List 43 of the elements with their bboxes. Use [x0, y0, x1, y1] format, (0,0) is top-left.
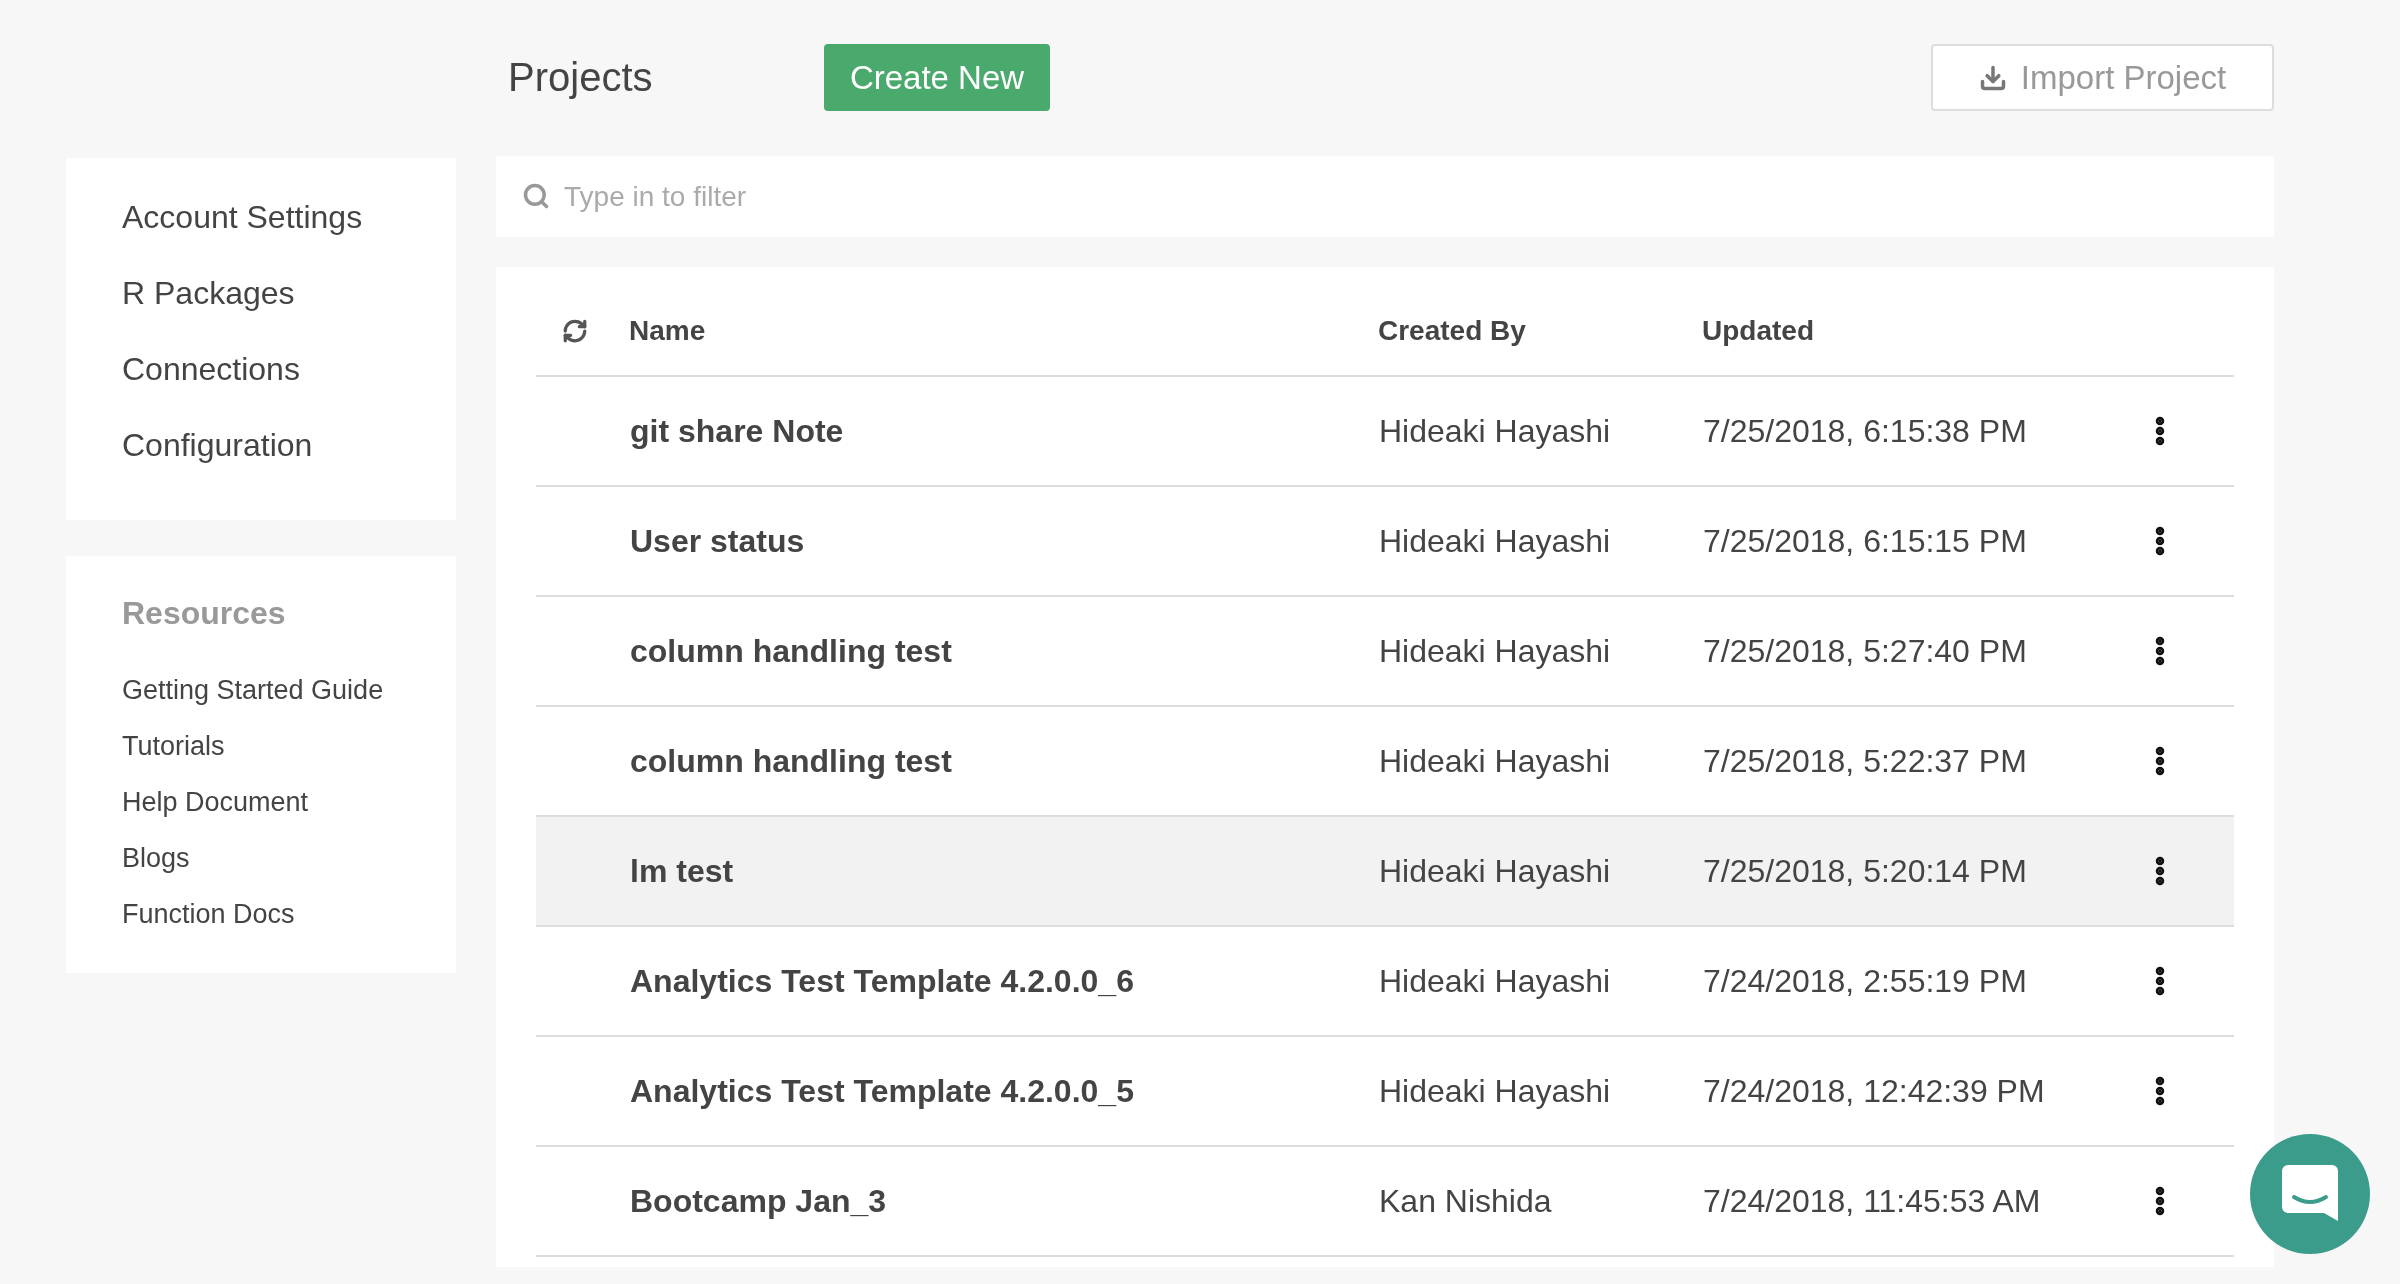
search-icon	[522, 182, 550, 210]
created-by-cell-text: Hideaki Hayashi	[1379, 742, 1612, 781]
project-name[interactable]: lm test	[630, 847, 1379, 895]
resources-heading: Resources	[122, 596, 287, 630]
sidebar-item[interactable]: Connections	[122, 352, 300, 386]
download-icon	[1978, 63, 2007, 92]
resource-link[interactable]: Function Docs	[122, 898, 295, 930]
created-by-cell-text: Hideaki Hayashi	[1379, 1072, 1612, 1111]
updated-cell-text: 7/25/2018, 5:20:14 PM	[1703, 852, 2028, 891]
resource-link[interactable]: Getting Started Guide	[122, 674, 384, 706]
project-name[interactable]: column handling test	[630, 627, 1379, 675]
table-row[interactable]: lm test Hideaki Hayashi 7/25/2018, 5:20:14 PM	[536, 817, 2234, 927]
created-by-cell-text: Hideaki Hayashi	[1379, 522, 1612, 561]
updated-cell-text: 7/24/2018, 2:55:19 PM	[1703, 962, 2028, 1001]
updated-cell-text: 7/25/2018, 6:15:15 PM	[1703, 522, 2028, 561]
created-by-cell-text: Hideaki Hayashi	[1379, 412, 1612, 451]
updated-cell-text: 7/25/2018, 5:22:37 PM	[1703, 742, 2028, 781]
resource-link[interactable]: Tutorials	[122, 730, 225, 762]
resource-link[interactable]: Help Document	[122, 786, 309, 818]
sidebar-item[interactable]: Account Settings	[122, 200, 363, 234]
resource-link[interactable]: Blogs	[122, 842, 190, 874]
filter-field[interactable]: Type in to filter	[496, 156, 2274, 237]
project-name[interactable]: Analytics Test Template 4.2.0.0_6	[630, 957, 1379, 1005]
updated-cell-text: 7/24/2018, 11:45:53 AM	[1703, 1182, 2042, 1221]
column-header: Name	[629, 314, 707, 348]
project-name[interactable]: git share Note	[630, 407, 1379, 455]
created-by-cell-text: Kan Nishida	[1379, 1182, 1553, 1221]
updated-cell-text: 7/24/2018, 12:42:39 PM	[1703, 1072, 2046, 1111]
column-header: Created By	[1378, 314, 1527, 348]
project-name[interactable]: column handling test	[630, 737, 1379, 785]
updated-cell-text: 7/25/2018, 6:15:38 PM	[1703, 412, 2028, 451]
sidebar-item[interactable]: R Packages	[122, 276, 295, 310]
created-by-cell-text: Hideaki Hayashi	[1379, 632, 1612, 671]
page-title: Projects	[508, 54, 654, 101]
refresh-icon[interactable]	[562, 318, 588, 344]
updated-cell-text: 7/25/2018, 5:27:40 PM	[1703, 632, 2028, 671]
created-by-cell-text: Hideaki Hayashi	[1379, 852, 1612, 891]
created-by-cell-text: Hideaki Hayashi	[1379, 962, 1612, 1001]
sidebar-item[interactable]: Configuration	[122, 428, 313, 462]
project-name[interactable]: Analytics Test Template 4.2.0.0_5	[630, 1067, 1379, 1115]
project-name[interactable]: User status	[630, 517, 1379, 565]
column-header: Updated	[1702, 314, 1814, 348]
project-name[interactable]: Bootcamp Jan_3	[630, 1177, 1379, 1225]
